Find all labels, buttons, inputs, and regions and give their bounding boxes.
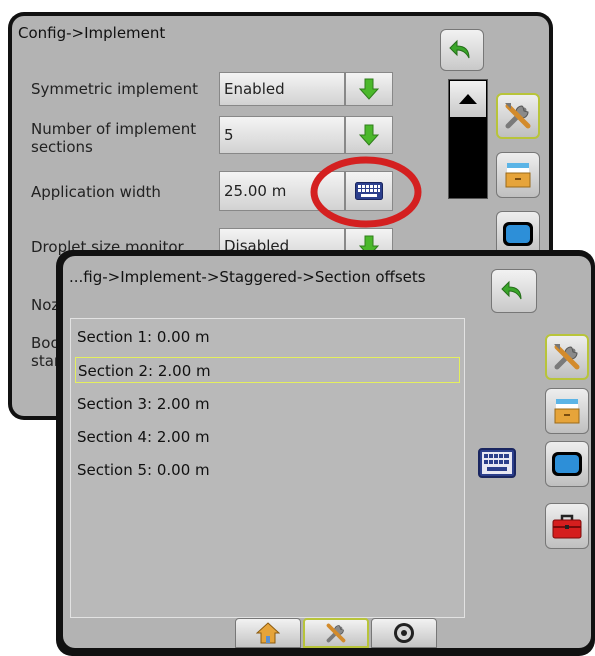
list-item[interactable]: Section 5: 0.00 m [75, 457, 460, 483]
tools-icon [554, 344, 580, 370]
drawer-icon [505, 163, 531, 188]
keyboard-icon [478, 448, 516, 478]
symmetric-implement-value[interactable]: Enabled [219, 72, 345, 106]
scroll-up-button[interactable] [450, 81, 486, 117]
page-title: ...fig->Implement->Staggered->Section of… [69, 268, 426, 286]
home-icon [256, 622, 280, 644]
section-offset-list[interactable]: Section 1: 0.00 m Section 2: 2.00 m Sect… [70, 318, 465, 618]
back-button[interactable] [440, 29, 484, 71]
toolbox-tab[interactable] [545, 503, 589, 549]
toolbox-icon [552, 514, 582, 539]
list-item[interactable]: Section 3: 2.00 m [75, 391, 460, 417]
application-width-label: Application width [31, 183, 161, 201]
drawer-tab-back[interactable] [496, 152, 540, 198]
tools-icon [326, 623, 346, 643]
section-count-value[interactable]: 5 [219, 116, 345, 154]
up-triangle-icon [459, 94, 477, 104]
symmetric-implement-dropdown[interactable] [345, 72, 393, 106]
list-item-selected[interactable]: Section 2: 2.00 m [75, 357, 460, 383]
display-tab[interactable] [545, 441, 589, 487]
keyboard-button[interactable] [475, 445, 519, 481]
scrollbar[interactable] [448, 79, 488, 199]
gauge-icon [394, 623, 414, 643]
back-arrow-icon [501, 280, 522, 300]
page-title: Config->Implement [18, 24, 166, 42]
section-offsets-screen: ...fig->Implement->Staggered->Section of… [63, 256, 591, 648]
tools-bottom-tab[interactable] [303, 618, 369, 648]
section-count-label: Number of implement sections [31, 120, 197, 156]
section-count-dropdown[interactable] [345, 116, 393, 154]
green-down-arrow-icon [359, 78, 379, 100]
section-offsets-panel: ...fig->Implement->Staggered->Section of… [56, 250, 595, 656]
display-icon [503, 222, 533, 246]
back-button[interactable] [491, 269, 537, 313]
back-arrow-icon [449, 39, 470, 59]
list-item[interactable]: Section 4: 2.00 m [75, 424, 460, 450]
drawer-icon [554, 399, 580, 424]
symmetric-implement-label: Symmetric implement [31, 80, 199, 98]
home-tab[interactable] [235, 618, 301, 648]
tools-icon [505, 103, 531, 129]
tools-tab[interactable] [545, 334, 589, 380]
display-icon [552, 452, 582, 476]
tools-tab-back[interactable] [496, 93, 540, 139]
green-down-arrow-icon [359, 124, 379, 146]
highlight-circle [310, 156, 422, 228]
gauge-tab[interactable] [371, 618, 437, 648]
list-item[interactable]: Section 1: 0.00 m [75, 324, 460, 350]
drawer-tab[interactable] [545, 388, 589, 434]
